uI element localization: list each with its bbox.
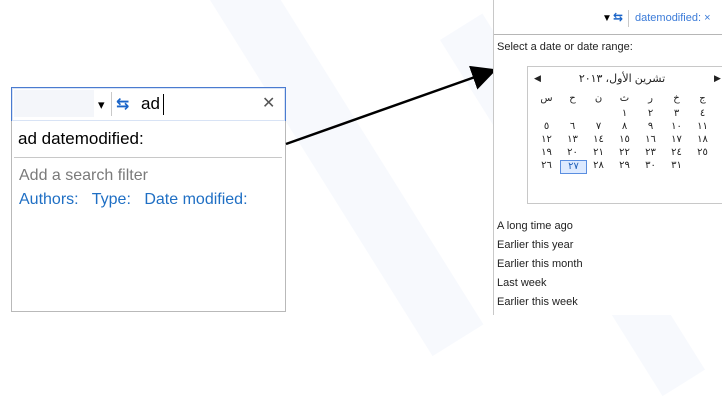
calendar-day[interactable]: ١١ — [690, 121, 715, 133]
calendar-day[interactable]: ١٩ — [534, 147, 559, 159]
date-preset-item[interactable]: A long time ago — [497, 220, 573, 232]
weekday-header: س — [540, 93, 553, 104]
weekday-header: ج — [699, 93, 706, 104]
date-picker-crop: ▼ ⇆ datemodified: × Select a date or dat… — [493, 0, 722, 315]
calendar-day[interactable]: ١٦ — [638, 134, 663, 146]
calendar-day[interactable]: ١٨ — [690, 134, 715, 146]
calendar: ◀ تشرين الأول، ٢٠١٣ ▶ س ح ن ث ر خ ج ١ ٢ ٣ ٤ ٥ ٦ ٧ ٨ ٩ ١٠… — [527, 66, 722, 204]
calendar-day[interactable]: ٣٠ — [638, 160, 663, 172]
search-query-text[interactable]: datemodified: × — [635, 12, 711, 24]
calendar-day[interactable]: ١٠ — [664, 121, 689, 133]
triangle-down-icon[interactable]: ▼ — [602, 13, 612, 24]
calendar-day[interactable]: ٢٥ — [690, 147, 715, 159]
date-preset-item[interactable]: Last week — [497, 277, 547, 289]
calendar-day[interactable]: ٤ — [690, 108, 715, 120]
weekday-header: ر — [648, 93, 653, 104]
calendar-day[interactable]: ٣ — [664, 108, 689, 120]
calendar-day[interactable]: ٢٠ — [560, 147, 585, 159]
calendar-day[interactable]: ٨ — [612, 121, 637, 133]
calendar-day[interactable]: ١٥ — [612, 134, 637, 146]
refresh-arrows-icon[interactable]: ⇆ — [613, 10, 623, 24]
calendar-day[interactable]: ٢٨ — [586, 160, 611, 172]
calendar-day[interactable]: ٦ — [560, 121, 585, 133]
date-preset-item[interactable]: Earlier this month — [497, 258, 583, 270]
date-filter-popup: Select a date or date range: ◀ تشرين الأ… — [494, 34, 722, 315]
calendar-day[interactable]: ٥ — [534, 121, 559, 133]
calendar-day[interactable]: ٩ — [638, 121, 663, 133]
calendar-day[interactable]: ٢١ — [586, 147, 611, 159]
next-month-icon[interactable]: ▶ — [714, 73, 721, 84]
calendar-day[interactable]: ٢٤ — [664, 147, 689, 159]
calendar-day[interactable]: ٧ — [586, 121, 611, 133]
calendar-day[interactable]: ٢٦ — [534, 160, 559, 172]
calendar-day[interactable]: ٢٢ — [612, 147, 637, 159]
calendar-day[interactable]: ١ — [612, 108, 637, 120]
weekday-header: ن — [594, 93, 603, 104]
calendar-day[interactable]: ١٤ — [586, 134, 611, 146]
separator — [628, 10, 629, 27]
weekday-header: خ — [673, 93, 680, 104]
calendar-day[interactable]: ١٢ — [534, 134, 559, 146]
calendar-day[interactable]: ١٧ — [664, 134, 689, 146]
calendar-month-title[interactable]: تشرين الأول، ٢٠١٣ — [572, 72, 672, 85]
weekday-header: ث — [619, 93, 630, 104]
date-prompt: Select a date or date range: — [497, 41, 633, 53]
date-preset-item[interactable]: Earlier this year — [497, 239, 573, 251]
calendar-day[interactable]: ٢ — [638, 108, 663, 120]
previous-month-icon[interactable]: ◀ — [534, 73, 541, 84]
calendar-day[interactable]: ٢٩ — [612, 160, 637, 172]
calendar-day-selected[interactable]: ٢٧ — [560, 160, 587, 174]
search-bar-partial: ▼ ⇆ datemodified: × — [494, 0, 722, 34]
calendar-day[interactable]: ١٣ — [560, 134, 585, 146]
calendar-day[interactable]: ٣١ — [664, 160, 689, 172]
date-preset-item[interactable]: Earlier this week — [497, 296, 578, 308]
calendar-day[interactable]: ٢٣ — [638, 147, 663, 159]
weekday-header: ح — [569, 93, 576, 104]
